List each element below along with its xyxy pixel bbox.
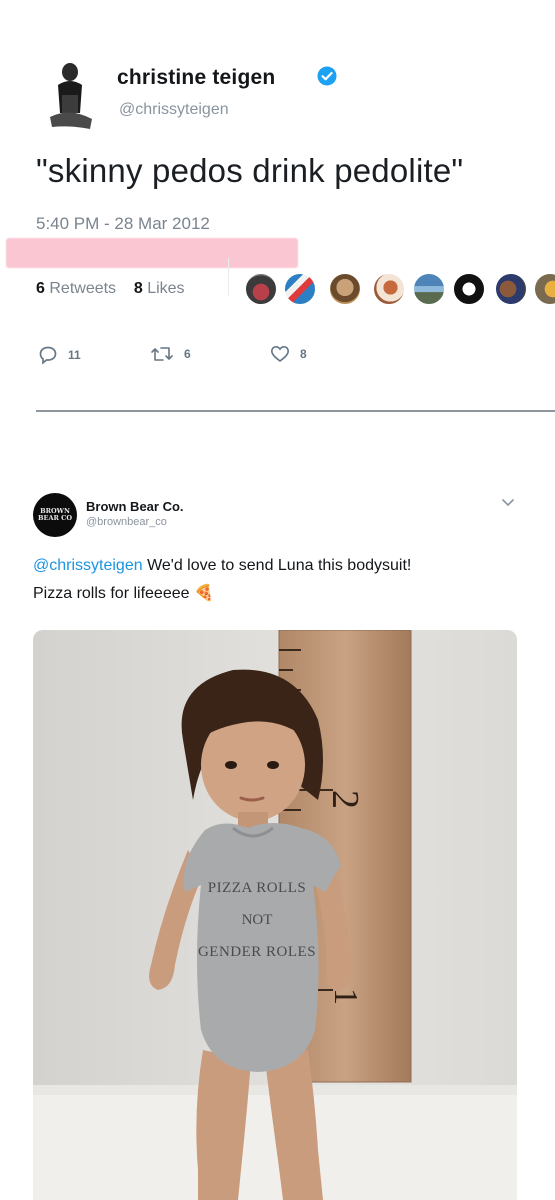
reply-count: 11	[68, 348, 81, 362]
user-name[interactable]: Brown Bear Co.	[86, 499, 184, 514]
likes-count: 8	[133, 280, 143, 297]
retweet-action[interactable]: 6	[150, 345, 191, 363]
chevron-down-icon[interactable]	[501, 495, 515, 507]
tweet-text-line2: Pizza rolls for lifeeeee	[33, 585, 194, 602]
liker-avatar[interactable]	[372, 272, 406, 306]
retweet-icon	[150, 345, 174, 363]
liker-avatar[interactable]	[494, 272, 528, 306]
ruler-mark-2: 2	[324, 790, 366, 809]
liker-avatar[interactable]	[533, 272, 555, 306]
reply-action[interactable]: 11	[38, 345, 81, 365]
shirt-line-2: NOT	[242, 912, 273, 928]
liker-avatar[interactable]	[244, 272, 278, 306]
highlight-mark	[6, 238, 298, 268]
retweets-stat[interactable]: 6 Retweets	[36, 280, 116, 297]
tweet-text-line1: We'd love to send Luna this bodysuit!	[142, 557, 412, 574]
like-action[interactable]: 8	[270, 345, 307, 363]
heart-icon	[270, 345, 290, 363]
liker-avatar[interactable]	[452, 272, 486, 306]
tweet-stats: 6 Retweets 8 Likes	[36, 280, 185, 298]
likes-stat[interactable]: 8 Likes	[134, 280, 185, 297]
retweet-count: 6	[184, 347, 191, 361]
avatar-logo: BROWN BEAR CO	[38, 507, 72, 522]
ruler-mark-1: 1	[327, 988, 364, 1005]
liker-avatar[interactable]	[283, 272, 317, 306]
verified-badge-icon	[317, 66, 337, 86]
tweet-timestamp[interactable]: 5:40 PM - 28 Mar 2012	[36, 214, 210, 234]
divider	[36, 410, 555, 412]
likes-label: Likes	[147, 280, 185, 297]
shirt-line-1: PIZZA ROLLS	[208, 880, 306, 896]
tweet-photo[interactable]: 2 1 PIZZA ROLLS NOT GENDER ROLES	[33, 630, 517, 1200]
avatar[interactable]: BROWN BEAR CO	[33, 493, 77, 537]
like-count: 8	[300, 347, 307, 361]
retweets-label: Retweets	[49, 280, 117, 297]
user-name[interactable]: christine teigen	[117, 66, 275, 90]
avatar[interactable]	[40, 55, 98, 135]
pizza-emoji: 🍕	[193, 585, 214, 602]
liker-avatar[interactable]	[412, 272, 446, 306]
reply-icon	[38, 345, 58, 365]
tweet-text: @chrissyteigen We'd love to send Luna th…	[33, 552, 533, 608]
user-handle[interactable]: @brownbear_co	[86, 516, 167, 528]
shirt-line-3: GENDER ROLES	[198, 944, 316, 960]
mention-link[interactable]: @chrissyteigen	[33, 557, 143, 574]
retweets-count: 6	[36, 280, 45, 297]
tweet-text: "skinny pedos drink pedolite"	[36, 152, 464, 189]
liker-avatar[interactable]	[328, 272, 362, 306]
stats-divider	[228, 258, 229, 296]
user-handle[interactable]: @chrissyteigen	[119, 101, 229, 119]
